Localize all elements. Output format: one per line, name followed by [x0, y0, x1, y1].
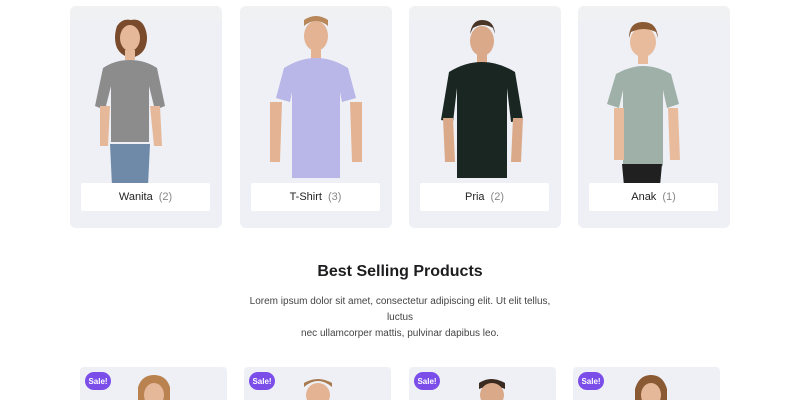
category-count: (2)	[490, 191, 504, 203]
category-label[interactable]: T-Shirt (3)	[251, 183, 380, 211]
category-name: Anak	[631, 191, 657, 203]
shop-page: Wanita (2) T-Shirt (3) Pria (2) Anak (1)…	[0, 0, 800, 400]
category-card-wanita[interactable]: Wanita (2)	[70, 6, 222, 228]
sale-badge: Sale!	[414, 372, 440, 390]
section-description-line: nec ullamcorper mattis, pulvinar dapibus…	[301, 328, 499, 339]
sale-badge: Sale!	[249, 372, 275, 390]
category-card-pria[interactable]: Pria (2)	[409, 6, 561, 228]
product-card[interactable]: Sale!	[573, 367, 720, 400]
category-image-man-black	[441, 20, 523, 178]
category-name: Wanita	[118, 191, 153, 203]
product-card[interactable]: Sale!	[80, 367, 227, 400]
section-title: Best Selling Products	[317, 263, 483, 280]
category-card-tshirt[interactable]: T-Shirt (3)	[240, 6, 392, 228]
sale-badge: Sale!	[578, 372, 604, 390]
category-name: Pria	[464, 191, 485, 203]
section-description: Lorem ipsum dolor sit amet, consectetur …	[240, 294, 560, 342]
category-label[interactable]: Pria (2)	[420, 183, 549, 211]
category-count: (2)	[158, 191, 173, 203]
product-card[interactable]: Sale!	[409, 367, 556, 400]
category-label[interactable]: Wanita (2)	[81, 183, 210, 211]
section-description-line: Lorem ipsum dolor sit amet, consectetur …	[249, 296, 551, 323]
category-name: T-Shirt	[289, 191, 322, 203]
category-image-boy	[607, 22, 680, 186]
category-card-anak[interactable]: Anak (1)	[578, 6, 730, 228]
category-count: (1)	[662, 191, 676, 203]
sale-badge: Sale!	[85, 372, 111, 390]
category-label[interactable]: Anak (1)	[589, 183, 718, 211]
category-count: (3)	[327, 191, 342, 203]
category-image-man-polo	[270, 16, 362, 178]
product-card[interactable]: Sale!	[244, 367, 391, 400]
category-image-woman	[95, 19, 165, 186]
